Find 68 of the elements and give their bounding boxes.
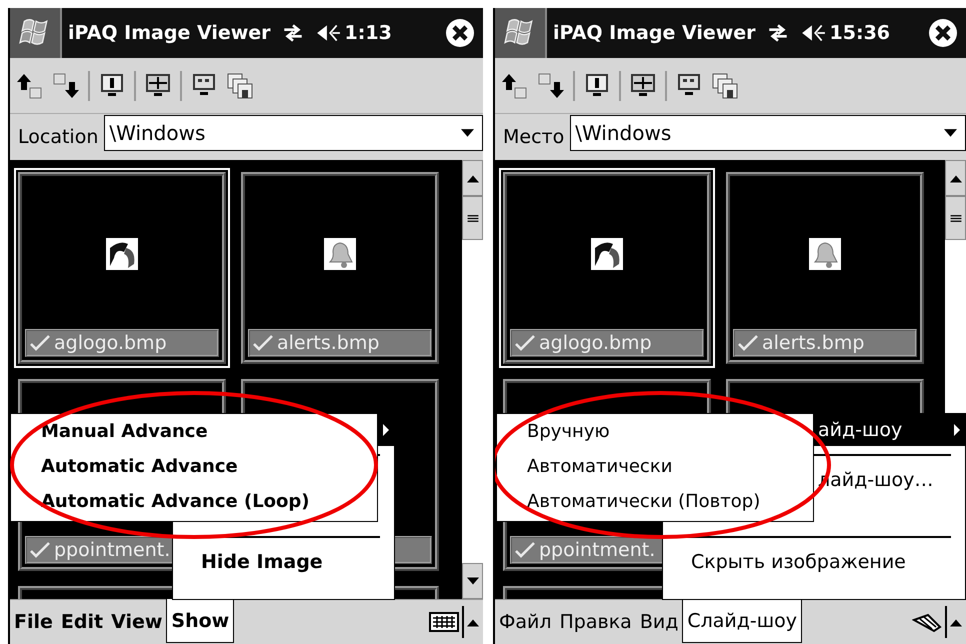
move-up-icon[interactable] [16,72,44,100]
scrollbar[interactable] [461,160,483,599]
handwriting-pen-icon[interactable] [912,611,942,633]
scroll-up-button[interactable] [945,160,966,196]
up-arrow-icon [950,174,962,182]
image-thumbnail[interactable]: aglogo.bmp [499,168,715,368]
submenu-option[interactable]: Автоматически [497,449,813,484]
input-menu-arrow-icon[interactable] [950,618,962,626]
location-dropdown[interactable]: \Windows [104,115,483,151]
start-button[interactable] [495,8,547,58]
submenu-option[interactable]: Автоматически (Повтор) [497,484,813,519]
submenu-option[interactable]: Вручную [497,414,813,449]
menu-item[interactable]: Файл [495,600,556,644]
menu-option[interactable]: айд-шоу [814,414,965,446]
scroll-thumb[interactable] [462,196,483,240]
clock-time[interactable]: 1:13 [344,22,392,44]
submenu-option[interactable]: Automatic Advance (Loop) [11,484,377,519]
grip-icon [950,214,962,222]
file-name: ppointment. [54,539,170,561]
scroll-up-button[interactable] [462,160,483,196]
input-menu-arrow-icon[interactable] [467,618,479,626]
keyboard-icon[interactable] [429,611,459,633]
window-title: iPAQ Image Viewer [68,22,271,44]
location-label: Место [503,126,564,148]
image-thumbnail[interactable]: aglogo.bmp [14,168,230,368]
file-name: alerts.bmp [762,332,864,354]
volume-icon[interactable] [800,22,826,44]
clock-time[interactable]: 15:36 [830,22,890,44]
pictures-stack-icon[interactable] [226,72,254,100]
logo-picture-icon [591,238,623,270]
menu-item[interactable]: Вид [636,600,682,644]
file-name: aglogo.bmp [54,332,167,354]
pictures-stack-icon[interactable] [711,72,739,100]
logo-picture-icon [106,238,138,270]
dropdown-arrow-icon [461,128,474,138]
menu-item[interactable]: Edit [56,600,108,644]
file-name: alerts.bmp [277,332,380,354]
submenu-arrow-icon [382,424,390,436]
file-name: aglogo.bmp [539,332,652,354]
move-down-icon[interactable] [52,72,80,100]
menu-item[interactable]: Правка [556,600,636,644]
start-button[interactable] [10,8,62,58]
location-label: Location [18,126,98,148]
scroll-down-button[interactable] [462,563,483,599]
submenu-option[interactable]: Automatic Advance [11,449,377,484]
location-dropdown[interactable]: \Windows [570,115,966,151]
move-down-icon[interactable] [537,72,565,100]
bell-icon [324,238,356,270]
dropdown-arrow-icon [944,128,957,138]
file-name: ppointment. [539,539,656,561]
menu-item[interactable]: View [107,600,166,644]
bell-icon [809,238,841,270]
menu-item[interactable]: Слайд-шоу [682,599,802,643]
scroll-thumb[interactable] [945,196,966,240]
move-up-icon[interactable] [501,72,529,100]
menu-item[interactable]: File [10,600,57,644]
up-arrow-icon [466,174,478,182]
window-title: iPAQ Image Viewer [553,22,756,44]
down-arrow-icon [466,576,478,586]
grip-icon [466,214,478,222]
menu-option[interactable]: Hide Image [173,546,394,578]
close-icon[interactable] [445,18,475,48]
volume-icon[interactable] [314,22,341,44]
menu-option[interactable]: Скрыть изображение [663,546,965,578]
menu-item[interactable]: Show [166,599,234,643]
submenu-arrow-icon [953,424,961,436]
submenu-option[interactable]: Manual Advance [11,414,377,449]
close-icon[interactable] [928,18,958,48]
